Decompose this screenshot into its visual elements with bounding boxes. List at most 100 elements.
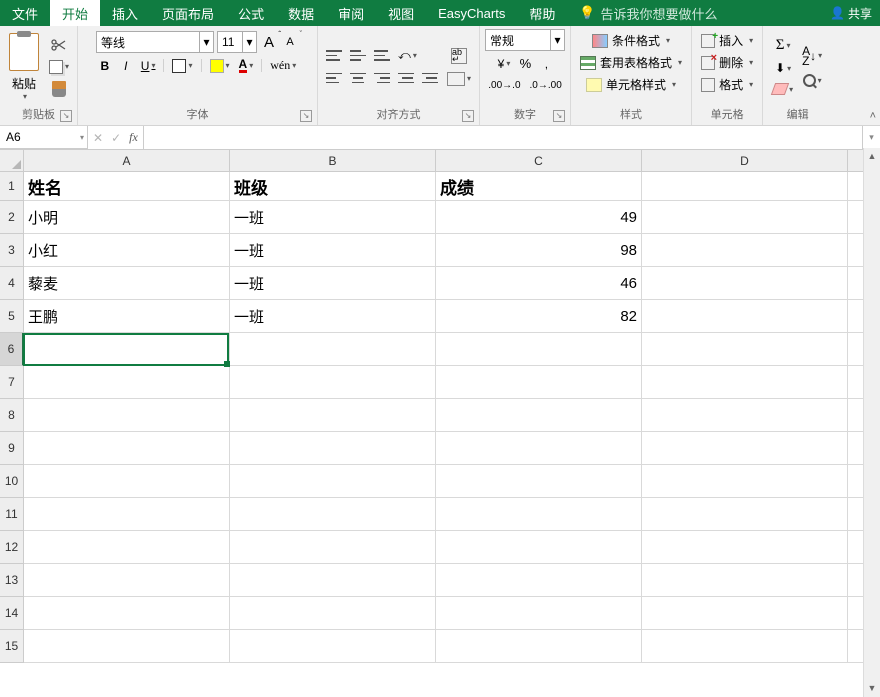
expand-formula-bar-button[interactable]: ▾ bbox=[862, 126, 880, 149]
cell-d4[interactable] bbox=[642, 267, 848, 300]
font-size-combo[interactable]: 11▾ bbox=[217, 31, 257, 53]
cell-a13[interactable] bbox=[24, 564, 230, 597]
align-center-button[interactable] bbox=[347, 69, 369, 87]
tab-review[interactable]: 审阅 bbox=[326, 0, 376, 26]
merge-center-button[interactable]: ▾ bbox=[444, 70, 474, 88]
number-format-combo[interactable]: 常规▾ bbox=[485, 29, 565, 51]
autosum-button[interactable]: Σ▾ bbox=[770, 35, 796, 56]
col-header-a[interactable]: A bbox=[24, 150, 230, 172]
cell-c2[interactable]: 49 bbox=[436, 201, 642, 234]
cell-b10[interactable] bbox=[230, 465, 436, 498]
row-header-11[interactable]: 11 bbox=[0, 498, 24, 531]
cell-c3[interactable]: 98 bbox=[436, 234, 642, 267]
underline-button[interactable]: U▾ bbox=[138, 57, 159, 75]
cell-d2[interactable] bbox=[642, 201, 848, 234]
italic-button[interactable]: I bbox=[117, 57, 135, 75]
fill-color-button[interactable]: ▾ bbox=[207, 57, 233, 75]
cell-a8[interactable] bbox=[24, 399, 230, 432]
cell-d3[interactable] bbox=[642, 234, 848, 267]
tab-formulas[interactable]: 公式 bbox=[226, 0, 276, 26]
wrap-text-button[interactable]: ab↵ bbox=[444, 46, 474, 66]
cell-grid[interactable]: 姓名 班级 成绩 小明一班49 小红一班98 藜麦一班46 王鹏一班82 bbox=[24, 172, 880, 663]
cell-c15[interactable] bbox=[436, 630, 642, 663]
copy-button[interactable]: ▾ bbox=[46, 58, 72, 76]
cell-c1[interactable]: 成绩 bbox=[436, 172, 642, 201]
cell-a4[interactable]: 藜麦 bbox=[24, 267, 230, 300]
row-header-2[interactable]: 2 bbox=[0, 201, 24, 234]
cell-a11[interactable] bbox=[24, 498, 230, 531]
cell-b11[interactable] bbox=[230, 498, 436, 531]
scroll-down-button[interactable]: ▼ bbox=[864, 680, 880, 697]
cell-d11[interactable] bbox=[642, 498, 848, 531]
cell-styles-button[interactable]: 单元格样式▾ bbox=[584, 75, 678, 94]
find-select-button[interactable]: ▾ bbox=[799, 71, 825, 89]
cell-c9[interactable] bbox=[436, 432, 642, 465]
tell-me[interactable]: 💡 告诉我你想要做什么 bbox=[567, 0, 729, 26]
cell-c8[interactable] bbox=[436, 399, 642, 432]
cell-d7[interactable] bbox=[642, 366, 848, 399]
decrease-indent-button[interactable] bbox=[395, 69, 417, 87]
cell-b4[interactable]: 一班 bbox=[230, 267, 436, 300]
enter-button[interactable]: ✓ bbox=[111, 131, 121, 145]
row-header-3[interactable]: 3 bbox=[0, 234, 24, 267]
cell-d14[interactable] bbox=[642, 597, 848, 630]
cell-b12[interactable] bbox=[230, 531, 436, 564]
sort-filter-button[interactable]: AZ↓▾ bbox=[799, 44, 825, 68]
increase-decimal-button[interactable]: .00→.0 bbox=[485, 76, 523, 94]
row-header-13[interactable]: 13 bbox=[0, 564, 24, 597]
align-top-button[interactable] bbox=[323, 46, 345, 65]
cancel-button[interactable]: ✕ bbox=[93, 131, 103, 145]
row-header-12[interactable]: 12 bbox=[0, 531, 24, 564]
delete-cells-button[interactable]: 删除▾ bbox=[699, 53, 755, 72]
cell-d10[interactable] bbox=[642, 465, 848, 498]
cell-c10[interactable] bbox=[436, 465, 642, 498]
percent-button[interactable]: % bbox=[516, 54, 534, 73]
row-header-5[interactable]: 5 bbox=[0, 300, 24, 333]
tab-file[interactable]: 文件 bbox=[0, 0, 50, 26]
cell-a1[interactable]: 姓名 bbox=[24, 172, 230, 201]
format-cells-button[interactable]: 格式▾ bbox=[699, 75, 755, 94]
tab-page-layout[interactable]: 页面布局 bbox=[150, 0, 226, 26]
row-header-14[interactable]: 14 bbox=[0, 597, 24, 630]
font-color-button[interactable]: A▾ bbox=[236, 56, 257, 75]
dialog-launcher-icon[interactable]: ↘ bbox=[553, 110, 565, 122]
cell-d5[interactable] bbox=[642, 300, 848, 333]
align-middle-button[interactable] bbox=[347, 46, 369, 65]
cell-b2[interactable]: 一班 bbox=[230, 201, 436, 234]
font-name-combo[interactable]: 等线▾ bbox=[96, 31, 214, 53]
comma-style-button[interactable]: , bbox=[537, 55, 555, 73]
cell-a7[interactable] bbox=[24, 366, 230, 399]
paste-button[interactable]: 粘贴 ▾ bbox=[5, 31, 43, 103]
tab-home[interactable]: 开始 bbox=[50, 0, 100, 26]
cell-b15[interactable] bbox=[230, 630, 436, 663]
dialog-launcher-icon[interactable]: ↘ bbox=[462, 110, 474, 122]
cell-c5[interactable]: 82 bbox=[436, 300, 642, 333]
row-header-8[interactable]: 8 bbox=[0, 399, 24, 432]
row-header-1[interactable]: 1 bbox=[0, 172, 24, 201]
decrease-decimal-button[interactable]: .0→.00 bbox=[527, 76, 565, 94]
cell-c6[interactable] bbox=[436, 333, 642, 366]
cut-button[interactable] bbox=[46, 35, 72, 55]
row-header-4[interactable]: 4 bbox=[0, 267, 24, 300]
row-header-15[interactable]: 15 bbox=[0, 630, 24, 663]
cell-c4[interactable]: 46 bbox=[436, 267, 642, 300]
cell-a12[interactable] bbox=[24, 531, 230, 564]
cell-a5[interactable]: 王鹏 bbox=[24, 300, 230, 333]
cell-c13[interactable] bbox=[436, 564, 642, 597]
tab-view[interactable]: 视图 bbox=[376, 0, 426, 26]
align-right-button[interactable] bbox=[371, 69, 393, 87]
cell-b3[interactable]: 一班 bbox=[230, 234, 436, 267]
cell-b5[interactable]: 一班 bbox=[230, 300, 436, 333]
cell-c14[interactable] bbox=[436, 597, 642, 630]
cell-a9[interactable] bbox=[24, 432, 230, 465]
cell-d12[interactable] bbox=[642, 531, 848, 564]
increase-indent-button[interactable] bbox=[419, 69, 441, 87]
insert-function-button[interactable]: fx bbox=[129, 130, 138, 145]
cell-d8[interactable] bbox=[642, 399, 848, 432]
dialog-launcher-icon[interactable]: ↘ bbox=[60, 110, 72, 122]
row-header-6[interactable]: 6 bbox=[0, 333, 24, 366]
cell-d9[interactable] bbox=[642, 432, 848, 465]
align-bottom-button[interactable] bbox=[371, 46, 393, 65]
tab-easycharts[interactable]: EasyCharts bbox=[426, 0, 517, 26]
tab-help[interactable]: 帮助 bbox=[517, 0, 567, 26]
